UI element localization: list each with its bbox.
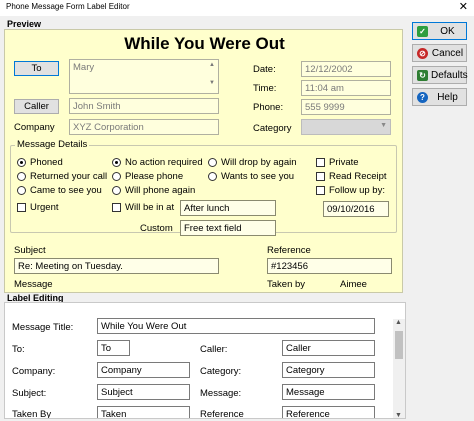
reference-label: Reference — [267, 245, 311, 256]
scroll-up-icon[interactable]: ▲ — [395, 319, 402, 326]
radio-will-drop-by[interactable] — [208, 158, 217, 167]
help-button-label: Help — [437, 92, 458, 103]
radio-please-phone-label: Please phone — [125, 171, 184, 182]
reference-label-input[interactable]: Reference — [282, 406, 375, 418]
date-field[interactable]: 12/12/2002 — [301, 61, 391, 77]
time-label: Time: — [253, 83, 277, 94]
check-will-be-in[interactable] — [112, 203, 121, 212]
radio-will-phone-again[interactable] — [112, 186, 121, 195]
follow-up-date-field[interactable]: 09/10/2016 — [323, 201, 389, 217]
phone-label: Phone: — [253, 102, 284, 113]
category-dropdown[interactable]: ▼ — [301, 119, 391, 135]
check-follow-up[interactable] — [316, 186, 325, 195]
message-label: Message — [14, 279, 53, 290]
cancel-button[interactable]: ⊘ Cancel — [412, 44, 467, 62]
to-field[interactable]: Mary — [69, 59, 219, 94]
radio-returned-call[interactable] — [17, 172, 26, 181]
vertical-scrollbar[interactable]: ▲ ▼ — [393, 319, 405, 418]
check-private-label: Private — [329, 157, 359, 168]
message-label-label: Message: — [200, 388, 242, 399]
cancel-button-label: Cancel — [431, 48, 464, 59]
check-urgent-label: Urgent — [30, 202, 59, 213]
custom-field[interactable]: Free text field — [180, 220, 276, 236]
caller-label-label: Caller: — [200, 344, 228, 355]
caller-button[interactable]: Caller — [14, 99, 59, 114]
ok-button[interactable]: ✓ OK — [412, 22, 467, 40]
defaults-button-label: Defaults — [431, 70, 468, 81]
radio-came-to-see-label: Came to see you — [30, 185, 102, 196]
scroll-down-icon[interactable]: ▼ — [395, 412, 402, 418]
radio-came-to-see[interactable] — [17, 186, 26, 195]
message-title-input[interactable]: While You Were Out — [97, 318, 375, 334]
check-follow-up-label: Follow up by: — [329, 185, 385, 196]
subject-field[interactable]: Re: Meeting on Tuesday. — [14, 258, 219, 274]
caller-label-input[interactable]: Caller — [282, 340, 375, 356]
category-label: Category — [253, 123, 292, 134]
reference-field[interactable]: #123456 — [267, 258, 392, 274]
to-label-input[interactable]: To — [97, 340, 130, 356]
company-label: Company — [14, 122, 55, 133]
radio-phoned-label: Phoned — [30, 157, 63, 168]
checkmark-icon: ✓ — [417, 26, 428, 37]
to-scroll-arrows[interactable]: ▲ ▼ — [207, 61, 217, 92]
defaults-button[interactable]: ↻ Defaults — [412, 66, 468, 84]
check-will-be-in-label: Will be in at — [125, 202, 175, 213]
category-label-input[interactable]: Category — [282, 362, 375, 378]
to-label-label: To: — [12, 344, 25, 355]
help-button[interactable]: ? Help — [412, 88, 467, 106]
help-icon: ? — [417, 92, 428, 103]
radio-will-phone-again-label: Will phone again — [125, 185, 196, 196]
radio-wants-to-see[interactable] — [208, 172, 217, 181]
radio-will-drop-by-label: Will drop by again — [221, 157, 297, 168]
subject-label-label: Subject: — [12, 388, 47, 399]
taken-by-value: Aimee — [340, 279, 367, 290]
subject-label-input[interactable]: Subject — [97, 384, 190, 400]
ok-button-label: OK — [440, 26, 455, 37]
check-private[interactable] — [316, 158, 325, 167]
caller-field[interactable]: John Smith — [69, 98, 219, 114]
phone-field[interactable]: 555 9999 — [301, 99, 391, 115]
reference-label-label: Reference — [200, 409, 244, 419]
message-details-label: Message Details — [15, 139, 90, 150]
window-title: Phone Message Form Label Editor — [6, 2, 130, 11]
date-label: Date: — [253, 64, 276, 75]
company-field[interactable]: XYZ Corporation — [69, 119, 219, 135]
check-read-receipt[interactable] — [316, 172, 325, 181]
radio-wants-to-see-label: Wants to see you — [221, 171, 295, 182]
check-urgent[interactable] — [17, 203, 26, 212]
close-icon[interactable]: ✕ — [459, 0, 468, 13]
refresh-icon: ↻ — [417, 70, 428, 81]
preview-panel: While You Were Out To Mary ▲ ▼ Caller Joh… — [4, 29, 403, 293]
taken-by-label-input[interactable]: Taken — [97, 406, 190, 418]
form-title: While You Were Out — [124, 34, 285, 53]
company-label-label: Company: — [12, 366, 56, 377]
scrollbar-thumb[interactable] — [395, 331, 403, 359]
preview-group-label: Preview — [7, 19, 42, 29]
taken-by-label-label: Taken By — [12, 409, 52, 419]
to-button[interactable]: To — [14, 61, 59, 76]
custom-label: Custom — [140, 223, 173, 234]
company-label-input[interactable]: Company — [97, 362, 190, 378]
message-label-input[interactable]: Message — [282, 384, 375, 400]
cancel-icon: ⊘ — [417, 48, 428, 59]
message-title-label: Message Title: — [12, 322, 74, 333]
radio-no-action-label: No action required — [125, 157, 203, 168]
chevron-down-icon: ▼ — [380, 122, 387, 129]
will-be-in-field[interactable]: After lunch — [180, 200, 276, 216]
subject-label: Subject — [14, 245, 46, 256]
taken-by-label: Taken by — [267, 279, 306, 290]
radio-phoned[interactable] — [17, 158, 26, 167]
time-field[interactable]: 11:04 am — [301, 80, 391, 96]
radio-no-action[interactable] — [112, 158, 121, 167]
radio-returned-call-label: Returned your call — [30, 171, 108, 182]
radio-please-phone[interactable] — [112, 172, 121, 181]
check-read-receipt-label: Read Receipt — [329, 171, 387, 182]
category-label-label: Category: — [200, 366, 242, 377]
title-bar: Phone Message Form Label Editor ✕ — [0, 0, 474, 16]
label-editing-panel: Message Title: While You Were Out To: To… — [4, 302, 406, 419]
